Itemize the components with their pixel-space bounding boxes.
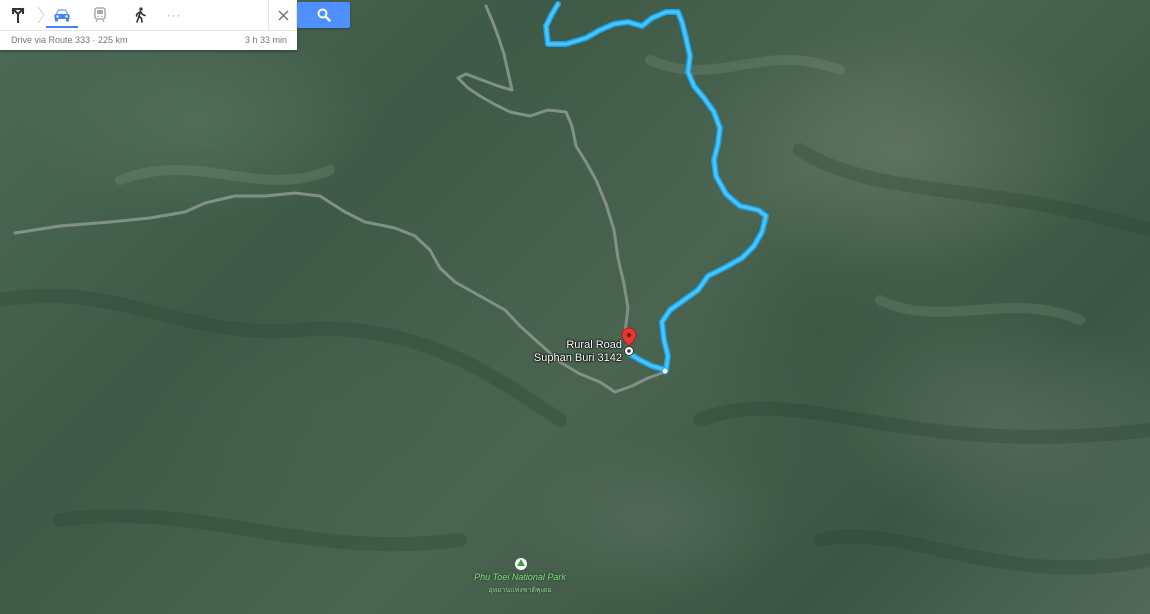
route-via-text: Drive via Route 333 · 225 km	[11, 35, 128, 45]
destination-label-line1: Rural Road	[566, 339, 622, 351]
destination-target-icon	[624, 346, 634, 356]
ridge-highlight	[645, 55, 845, 75]
ridge-shade	[813, 529, 1150, 575]
directions-panel: ··· Drive via Route 333 · 225 km 3 h 33 …	[0, 0, 297, 50]
directions-sign-icon	[11, 7, 25, 23]
close-directions-button[interactable]	[268, 0, 298, 30]
more-modes-button[interactable]: ···	[156, 0, 192, 30]
ridge-highlight	[875, 295, 1085, 325]
driving-mode-button[interactable]	[44, 0, 80, 30]
ridge-shade	[0, 288, 567, 427]
transit-mode-button[interactable]	[82, 0, 118, 30]
destination-label[interactable]: Rural Road Suphan Buri 3142	[520, 339, 622, 365]
walking-mode-button[interactable]	[122, 0, 158, 30]
ridge-shade	[693, 401, 1150, 444]
walking-person-icon	[135, 7, 146, 23]
route-summary[interactable]: Drive via Route 333 · 225 km 3 h 33 min	[0, 30, 297, 51]
park-tree-icon[interactable]	[515, 558, 527, 570]
directions-mode-button[interactable]	[0, 0, 36, 30]
park-local-label: อุทยานแห่งชาติพุเตย	[488, 587, 552, 594]
train-icon	[94, 7, 106, 23]
destination-label-line2: Suphan Buri 3142	[533, 352, 622, 364]
travel-mode-bar: ···	[0, 0, 297, 30]
route-duration: 3 h 33 min	[244, 35, 287, 45]
route-waypoint[interactable]	[661, 367, 669, 375]
close-icon	[278, 9, 289, 21]
ridge-shade	[53, 508, 467, 552]
destination-pin-icon[interactable]	[621, 327, 637, 347]
car-icon	[54, 9, 70, 22]
park-label[interactable]: Phu Toei National Park	[440, 572, 600, 582]
search-button[interactable]	[297, 2, 350, 28]
ellipsis-icon: ···	[166, 8, 182, 22]
search-icon	[317, 8, 331, 22]
ridge-highlight	[115, 165, 335, 185]
satellite-map[interactable]: Rural Road Suphan Buri 3142 Phu Toei Nat…	[0, 0, 1150, 614]
road-north	[456, 4, 630, 334]
ridge-shade	[793, 143, 1150, 237]
map-overlay	[0, 1, 1150, 575]
